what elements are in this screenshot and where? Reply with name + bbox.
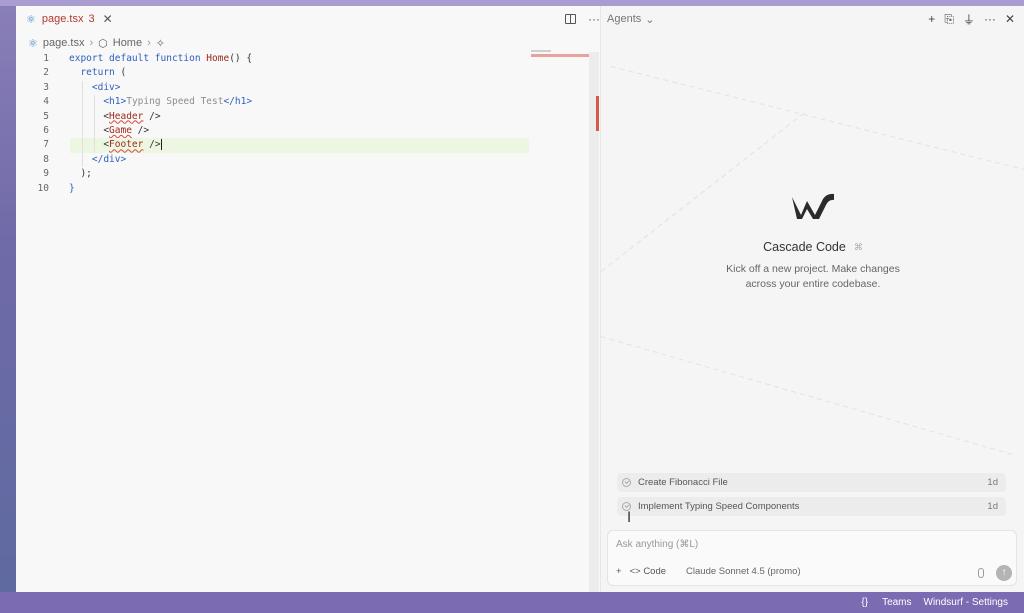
line-number: 9 — [43, 168, 49, 180]
add-context-button[interactable]: + — [616, 566, 622, 577]
line-number: 6 — [43, 124, 49, 136]
line-number: 5 — [43, 110, 49, 122]
cube-icon: ⬡ — [98, 37, 108, 50]
code-icon: <> — [629, 565, 641, 577]
line-number: 7 — [43, 139, 49, 151]
line-number: 3 — [43, 81, 49, 93]
code-line: 2 return ( — [16, 66, 600, 80]
sparkle-icon[interactable]: ✧ — [156, 37, 165, 50]
code-text: </div> — [91, 153, 127, 165]
editor-scrollbar[interactable] — [589, 52, 599, 592]
code-line: 9 ); — [16, 167, 600, 181]
code-line: 1 export default function Home() { — [16, 52, 600, 66]
react-icon: ⚛ — [26, 13, 36, 26]
status-teams[interactable]: Teams — [882, 597, 911, 608]
chevron-right-icon: › — [89, 37, 94, 49]
cascade-hero: Cascade Code ⌘ Kick off a new project. M… — [601, 191, 1024, 292]
chat-input-placeholder: Ask anything (⌘L) — [616, 539, 699, 550]
text-cursor — [160, 139, 162, 151]
code-line: 4 <h1>Typing Speed Test</h1> — [16, 95, 600, 110]
code-line: 3 <div> — [16, 80, 600, 96]
line-number: 1 — [43, 53, 49, 64]
line-number: 2 — [43, 67, 49, 79]
ide-window: ⚛ page.tsx 3 ✕ ··· ⚛ page.tsx › ⬡ Home ›… — [16, 6, 1024, 592]
more-actions-icon[interactable]: ··· — [588, 12, 600, 26]
code-text: <Footer /> — [69, 139, 162, 151]
tab-filename: page.tsx — [41, 13, 84, 25]
conversation-age: 1d — [987, 477, 998, 488]
code-text: <div> — [91, 81, 121, 93]
code-text: ); — [69, 168, 92, 180]
react-icon: ⚛ — [28, 37, 38, 50]
hero-title: Cascade Code ⌘ — [601, 240, 1024, 254]
chat-input[interactable]: Ask anything (⌘L) + <> Code Claude Sonne… — [607, 530, 1017, 586]
conversation-title: Create Fibonacci File — [638, 477, 728, 488]
model-selector[interactable]: Claude Sonnet 4.5 (promo) — [686, 566, 801, 577]
code-line-active: 7 <Footer /> — [16, 138, 600, 153]
hero-subtitle-line: across your entire codebase. — [745, 278, 881, 290]
code-line: 6 <Game /> — [16, 123, 600, 139]
code-text: <Header /> — [69, 110, 161, 122]
code-editor[interactable]: 1 export default function Home() { 2 retu… — [16, 52, 600, 196]
agents-dropdown[interactable]: Agents ⌄ — [607, 13, 654, 26]
line-number: 8 — [43, 153, 49, 165]
mode-selector[interactable]: <> Code — [630, 566, 666, 577]
chat-input-toolbar: + <> Code Claude Sonnet 4.5 (promo) — [616, 563, 1008, 579]
close-icon[interactable]: ✕ — [103, 12, 113, 26]
conversation-item[interactable]: Create Fibonacci File 1d — [617, 473, 1006, 492]
hero-subtitle: Kick off a new project. Make changes acr… — [601, 262, 1024, 292]
tab-problem-count: 3 — [88, 13, 95, 25]
line-number: 4 — [43, 96, 49, 108]
language-icon[interactable]: {} — [861, 597, 868, 608]
plug-icon[interactable]: ⏚ — [963, 11, 975, 28]
more-icon[interactable]: ··· — [984, 12, 996, 26]
hero-title-text: Cascade Code — [763, 240, 846, 254]
conversation-age: 1d — [987, 501, 998, 512]
conversation-item[interactable]: Implement Typing Speed Components 1d — [617, 497, 1006, 516]
agent-header: Agents ⌄ + ⎘ ⏚ ··· ✕ — [601, 6, 1024, 32]
mode-label: Code — [643, 565, 667, 577]
decorative-line — [610, 66, 1024, 171]
check-circle-icon — [622, 478, 631, 487]
line-number: 10 — [37, 182, 49, 194]
microphone-icon[interactable] — [978, 568, 984, 578]
code-text: } — [69, 182, 75, 194]
chevron-right-icon: › — [147, 37, 151, 49]
code-text: <Game /> — [69, 124, 150, 136]
status-settings[interactable]: Windsurf - Settings — [924, 597, 1008, 608]
send-button[interactable]: ↑ — [996, 565, 1012, 581]
hero-shortcut: ⌘ — [853, 241, 863, 252]
breadcrumb-file[interactable]: page.tsx — [43, 37, 85, 49]
hero-subtitle-line: Kick off a new project. Make changes — [726, 263, 900, 275]
code-text: <h1>Typing Speed Test</h1> — [103, 96, 253, 108]
code-line: 10} — [16, 182, 600, 196]
code-line: 8 </div> — [16, 152, 600, 168]
agents-label: Agents — [607, 13, 642, 25]
chevron-down-icon: ⌄ — [645, 13, 655, 26]
status-bar: {} Teams Windsurf - Settings — [0, 592, 1024, 613]
breadcrumb-symbol[interactable]: Home — [113, 37, 142, 49]
code-line: 5 <Header /> — [16, 109, 600, 124]
text-select-cursor-icon: I — [627, 510, 632, 526]
editor-pane: ⚛ page.tsx 3 ✕ ··· ⚛ page.tsx › ⬡ Home ›… — [16, 6, 600, 592]
plus-icon[interactable]: + — [928, 12, 935, 26]
breadcrumb: ⚛ page.tsx › ⬡ Home › ✧ — [28, 35, 165, 51]
editor-actions: ··· — [565, 6, 600, 32]
windsurf-logo-icon — [792, 193, 834, 219]
code-text: export default function Home() { — [69, 53, 253, 64]
conversation-title: Implement Typing Speed Components — [638, 501, 800, 512]
decorative-line — [600, 336, 1015, 456]
agent-panel: Agents ⌄ + ⎘ ⏚ ··· ✕ Cascade Code ⌘ Kick… — [600, 6, 1024, 592]
agent-actions: + ⎘ ⏚ ··· ✕ — [928, 6, 1015, 32]
code-text: return ( — [80, 67, 127, 79]
scrollbar-error-marker — [596, 96, 599, 131]
editor-tabbar: ⚛ page.tsx 3 ✕ ··· — [16, 6, 600, 32]
clipboard-icon[interactable]: ⎘ — [944, 12, 954, 27]
split-editor-icon[interactable] — [565, 14, 576, 24]
tab-page-tsx[interactable]: ⚛ page.tsx 3 ✕ — [16, 6, 121, 32]
close-icon[interactable]: ✕ — [1005, 12, 1015, 26]
